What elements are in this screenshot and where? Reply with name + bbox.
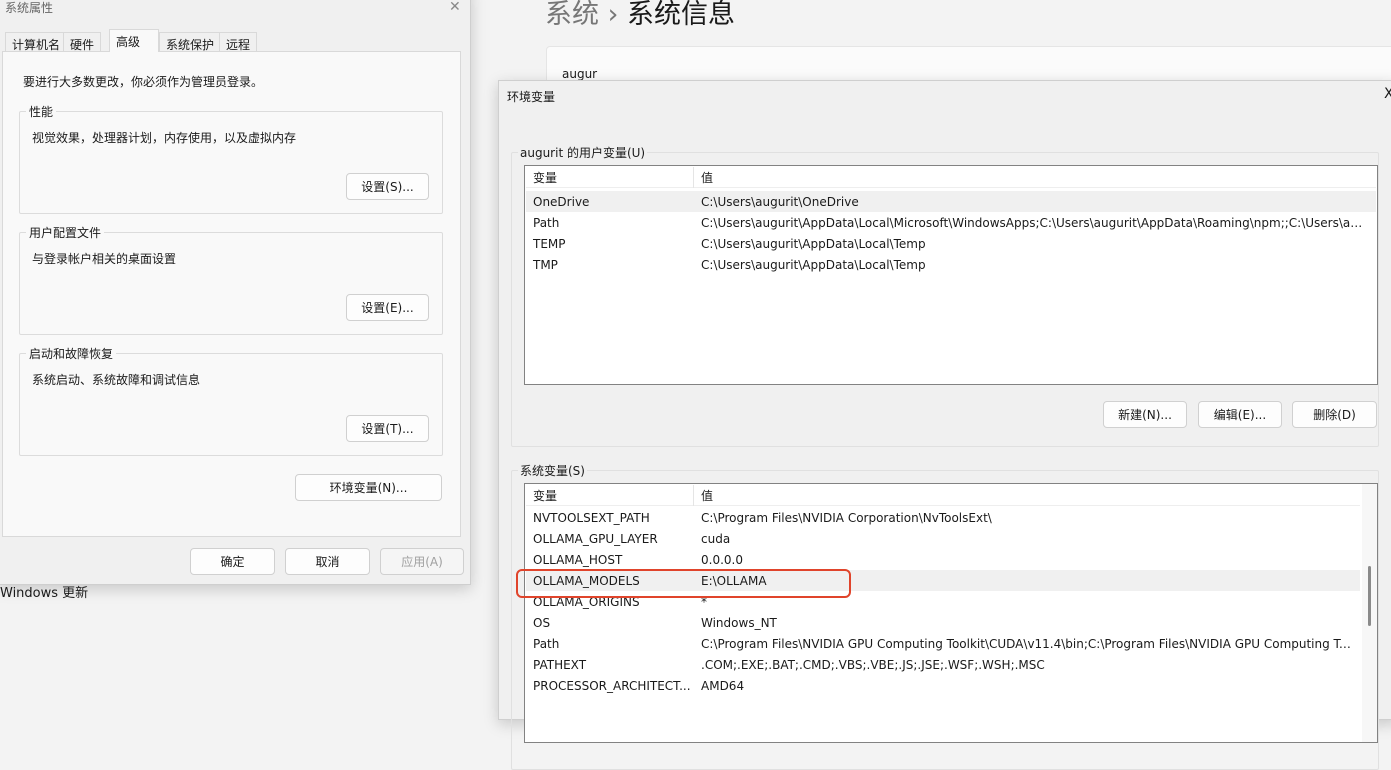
variable-value: C:\Users\augurit\AppData\Local\Temp [701, 257, 926, 272]
table-row[interactable]: OLLAMA_HOST 0.0.0.0 [526, 549, 1360, 570]
user-edit-button[interactable]: 编辑(E)... [1198, 401, 1282, 428]
apply-button[interactable]: 应用(A) [380, 548, 464, 575]
variable-name: OneDrive [533, 194, 590, 209]
column-value[interactable]: 值 [694, 169, 713, 186]
group-label: 启动和故障恢复 [26, 345, 117, 362]
table-row[interactable]: PATHEXT .COM;.EXE;.BAT;.CMD;.VBS;.VBE;.JS… [526, 654, 1360, 675]
table-row[interactable]: Path C:\Program Files\NVIDIA GPU Computin… [526, 633, 1360, 654]
variable-name: OS [533, 615, 551, 630]
variable-value: AMD64 [701, 678, 745, 693]
variable-value: C:\Program Files\NVIDIA GPU Computing To… [701, 636, 1353, 651]
user-profile-settings-button[interactable]: 设置(E)... [346, 294, 429, 321]
variable-value: C:\Program Files\NVIDIA Corporation\NvTo… [701, 510, 992, 525]
column-variable[interactable]: 变量 [526, 484, 694, 506]
breadcrumb: 系统 › 系统信息 [545, 0, 735, 31]
close-icon[interactable]: ✕ [449, 0, 461, 15]
dialog-title: 系统属性 [5, 1, 54, 15]
page-title: 系统信息 [627, 0, 735, 30]
variable-value: 0.0.0.0 [701, 552, 743, 567]
tab-system-protection[interactable]: 系统保护 [159, 32, 222, 52]
advanced-panel: 要进行大多数更改，你必须作为管理员登录。 性能 视觉效果，处理器计划，内存使用，… [2, 51, 461, 537]
ok-button[interactable]: 确定 [190, 548, 275, 575]
tab-remote[interactable]: 远程 [219, 32, 258, 52]
breadcrumb-parent[interactable]: 系统 [545, 0, 599, 30]
user-profile-group: 用户配置文件 与登录帐户相关的桌面设置 设置(E)... [19, 224, 443, 335]
list-header: 变量值 [526, 166, 1376, 188]
scrollbar[interactable] [1362, 484, 1377, 742]
group-desc: 与登录帐户相关的桌面设置 [32, 252, 177, 266]
table-row[interactable]: OLLAMA_GPU_LAYER cuda [526, 528, 1360, 549]
user-variables-list[interactable]: 变量值 OneDrive C:\Users\augurit\OneDrive Pat… [524, 165, 1378, 385]
variable-name: TEMP [533, 236, 566, 251]
system-properties-dialog: 系统属性 ✕ 计算机名 硬件 高级 系统保护 远程 要进行大多数更改，你必须作为… [0, 0, 471, 585]
variable-name: Path [533, 215, 560, 230]
environment-variables-button[interactable]: 环境变量(N)... [295, 474, 442, 501]
variable-value: C:\Users\augurit\OneDrive [701, 194, 859, 209]
close-icon[interactable]: X [1384, 86, 1391, 102]
variable-value: C:\Users\augurit\AppData\Local\Microsoft… [701, 215, 1369, 230]
variable-name: PROCESSOR_ARCHITECT... [533, 678, 691, 693]
group-label: 系统变量(S) [518, 462, 587, 479]
variable-value: C:\Users\augurit\AppData\Local\Temp [701, 236, 926, 251]
group-label: 性能 [26, 103, 57, 120]
performance-group: 性能 视觉效果，处理器计划，内存使用，以及虚拟内存 设置(S)... [19, 103, 443, 214]
variable-value: Windows_NT [701, 615, 777, 630]
table-row[interactable]: OS Windows_NT [526, 612, 1360, 633]
tab-computer-name[interactable]: 计算机名 [5, 32, 68, 52]
table-row[interactable]: PROCESSOR_ARCHITECT... AMD64 [526, 675, 1360, 696]
group-desc: 视觉效果，处理器计划，内存使用，以及虚拟内存 [32, 131, 297, 145]
table-row[interactable]: NVTOOLSEXT_PATH C:\Program Files\NVIDIA C… [526, 507, 1360, 528]
dialog-title: 环境变量 [507, 90, 556, 104]
list-header: 变量值 [526, 484, 1360, 506]
admin-note: 要进行大多数更改，你必须作为管理员登录。 [23, 75, 264, 89]
startup-recovery-group: 启动和故障恢复 系统启动、系统故障和调试信息 设置(T)... [19, 345, 443, 456]
table-row[interactable]: TEMP C:\Users\augurit\AppData\Local\Temp [526, 233, 1376, 254]
variable-value: .COM;.EXE;.BAT;.CMD;.VBS;.VBE;.JS;.JSE;.… [701, 657, 1045, 672]
environment-variables-dialog: 环境变量 X augurit 的用户变量(U) 变量值 OneDrive C:\U… [498, 80, 1391, 770]
column-variable[interactable]: 变量 [526, 166, 694, 188]
variable-name: PATHEXT [533, 657, 587, 672]
startup-settings-button[interactable]: 设置(T)... [346, 415, 429, 442]
group-label: 用户配置文件 [26, 224, 105, 241]
column-value[interactable]: 值 [694, 487, 713, 504]
scrollbar-thumb[interactable] [1368, 566, 1371, 626]
table-row[interactable]: Path C:\Users\augurit\AppData\Local\Micro… [526, 212, 1376, 233]
performance-settings-button[interactable]: 设置(S)... [346, 173, 429, 200]
table-row[interactable]: OneDrive C:\Users\augurit\OneDrive [526, 191, 1376, 212]
group-desc: 系统启动、系统故障和调试信息 [32, 373, 201, 387]
variable-name: Path [533, 636, 560, 651]
table-row[interactable]: TMP C:\Users\augurit\AppData\Local\Temp [526, 254, 1376, 275]
variable-name: TMP [533, 257, 558, 272]
user-delete-button[interactable]: 删除(D) [1292, 401, 1377, 428]
variable-name: NVTOOLSEXT_PATH [533, 510, 650, 525]
breadcrumb-separator: › [607, 0, 619, 30]
cancel-button[interactable]: 取消 [285, 548, 370, 575]
system-variables-list[interactable]: 变量值 NVTOOLSEXT_PATH C:\Program Files\NVID… [524, 483, 1378, 743]
highlight-annotation [516, 569, 851, 598]
variable-name: OLLAMA_GPU_LAYER [533, 531, 658, 546]
variable-name: OLLAMA_HOST [533, 552, 623, 567]
group-label: augurit 的用户变量(U) [518, 144, 648, 161]
device-name: augur [562, 67, 598, 81]
user-new-button[interactable]: 新建(N)... [1103, 401, 1187, 428]
variable-value: cuda [701, 531, 731, 546]
tab-advanced[interactable]: 高级 [109, 29, 159, 52]
tab-hardware[interactable]: 硬件 [63, 32, 102, 52]
